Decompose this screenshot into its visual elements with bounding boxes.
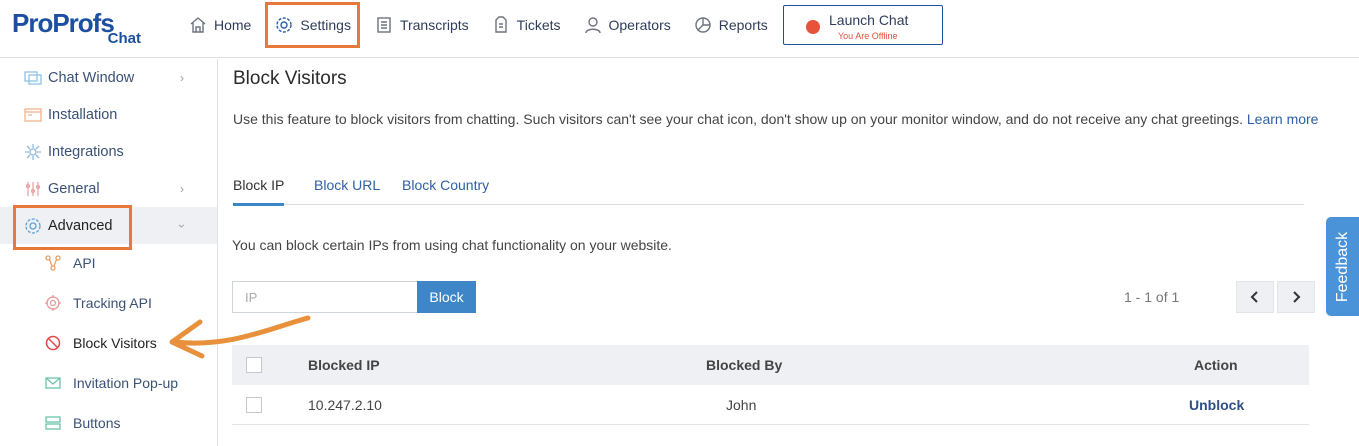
select-all-checkbox[interactable]	[246, 357, 262, 373]
pagination-count: 1 - 1 of 1	[1124, 289, 1180, 305]
main-nav: Home Settings Transcripts Tickets Operat…	[180, 0, 782, 50]
tab-block-country[interactable]: Block Country	[402, 177, 489, 203]
sliders-icon	[25, 181, 41, 196]
ticket-icon	[494, 16, 507, 33]
block-ip-info: You can block certain IPs from using cha…	[232, 237, 672, 253]
sidebar-subitem-buttons[interactable]: Buttons	[0, 404, 217, 442]
ip-input[interactable]	[232, 281, 417, 313]
buttons-icon	[45, 416, 61, 430]
nav-reports-label: Reports	[718, 17, 768, 33]
feedback-label: Feedback	[1333, 231, 1351, 302]
pie-chart-icon	[695, 17, 711, 33]
col-header-blocked-by: Blocked By	[706, 357, 783, 373]
document-icon	[377, 17, 391, 33]
top-bar: ProProfs Chat Home Settings Transcripts …	[0, 0, 1359, 58]
logo-text-pro: Pro	[12, 8, 53, 38]
sidebar-item-integrations[interactable]: Integrations	[0, 133, 217, 170]
sidebar-subitem-api[interactable]: API	[0, 244, 217, 282]
chevron-left-icon	[1250, 291, 1258, 303]
blocked-ip-table: Blocked IP Blocked By Action 10.247.2.10…	[232, 345, 1309, 425]
home-icon	[190, 17, 206, 33]
sidebar-subitem-label: Tracking API	[73, 295, 152, 311]
page-title: Block Visitors	[233, 68, 347, 89]
next-page-button[interactable]	[1277, 281, 1315, 313]
target-icon	[45, 295, 61, 311]
logo-text-profs: Profs	[52, 8, 114, 38]
col-header-blocked-ip: Blocked IP	[308, 357, 380, 373]
block-tabs: Block IP Block URL Block Country	[233, 167, 1304, 206]
block-icon	[45, 335, 61, 351]
tab-block-url[interactable]: Block URL	[314, 177, 380, 203]
sidebar-item-installation[interactable]: Installation	[0, 96, 217, 133]
nav-tickets[interactable]: Tickets	[483, 5, 569, 45]
sidebar-item-label: General	[48, 180, 100, 197]
integrations-icon	[25, 143, 41, 160]
row-checkbox[interactable]	[246, 397, 262, 413]
sidebar-subitem-label: Buttons	[73, 415, 121, 431]
proprofs-chat-logo[interactable]: ProProfs Chat	[12, 8, 147, 50]
cell-blocked-ip: 10.247.2.10	[308, 397, 382, 413]
nav-transcripts[interactable]: Transcripts	[366, 5, 477, 45]
sidebar-item-label: Installation	[48, 106, 118, 123]
nav-operators-label: Operators	[608, 17, 671, 33]
prev-page-button[interactable]	[1236, 281, 1274, 313]
nav-transcripts-label: Transcripts	[399, 17, 469, 33]
nav-settings-label: Settings	[300, 17, 351, 33]
feedback-tab[interactable]: Feedback	[1326, 217, 1359, 316]
sidebar-item-label: Integrations	[48, 143, 124, 160]
user-icon	[584, 17, 601, 34]
chevron-right-icon: ›	[180, 181, 184, 196]
nav-home[interactable]: Home	[180, 5, 259, 45]
tab-block-ip[interactable]: Block IP	[233, 177, 285, 206]
sidebar-subitem-label: API	[73, 255, 96, 271]
installation-icon	[24, 107, 42, 122]
nav-tickets-label: Tickets	[516, 17, 561, 33]
chevron-down-icon: ›	[175, 223, 189, 228]
cell-blocked-by: John	[726, 397, 757, 413]
main-content: Block Visitors Use this feature to block…	[218, 59, 1359, 446]
table-header: Blocked IP Blocked By Action	[232, 345, 1309, 385]
sidebar-subitem-label: Invitation Pop-up	[73, 375, 179, 391]
chat-window-icon	[24, 70, 42, 85]
api-icon	[45, 255, 61, 271]
table-row: 10.247.2.10 John Unblock	[232, 385, 1309, 425]
chevron-right-icon: ›	[180, 70, 184, 85]
sidebar-subitem-label: Block Visitors	[73, 335, 157, 351]
page-description: Use this feature to block visitors from …	[233, 111, 1318, 127]
sidebar-item-general[interactable]: General ›	[0, 170, 217, 207]
launch-chat-label: Launch Chat	[829, 12, 909, 28]
block-button[interactable]: Block	[417, 281, 476, 313]
mail-icon	[45, 377, 61, 389]
col-header-action: Action	[1194, 357, 1238, 373]
description-text: Use this feature to block visitors from …	[233, 111, 1243, 127]
nav-operators[interactable]: Operators	[575, 5, 679, 45]
nav-reports[interactable]: Reports	[685, 5, 776, 45]
sidebar-item-label: Chat Window	[48, 69, 135, 86]
launch-chat-button[interactable]: Launch Chat You Are Offline	[783, 5, 943, 45]
learn-more-link[interactable]: Learn more	[1247, 111, 1319, 127]
settings-sidebar: Chat Window › Installation Integrations …	[0, 59, 218, 446]
logo-subtext: Chat	[107, 30, 141, 47]
gear-icon	[276, 17, 293, 33]
nav-settings[interactable]: Settings	[265, 2, 360, 48]
chevron-right-icon	[1293, 291, 1301, 303]
nav-home-label: Home	[214, 17, 252, 33]
offline-status-text: You Are Offline	[838, 31, 898, 41]
offline-status-dot	[806, 20, 820, 34]
unblock-link[interactable]: Unblock	[1189, 397, 1244, 413]
sidebar-item-chat-window[interactable]: Chat Window ›	[0, 59, 217, 96]
